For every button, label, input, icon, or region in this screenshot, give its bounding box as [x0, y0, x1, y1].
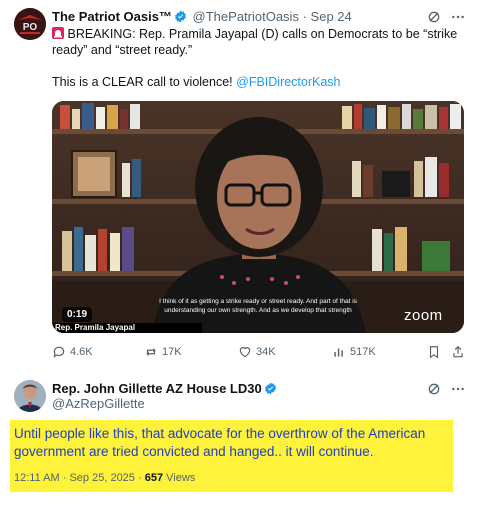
avatar-john-gillette[interactable] [14, 380, 46, 412]
reply-time[interactable]: 12:11 AM [14, 472, 60, 484]
like-button[interactable]: 34K [238, 345, 276, 359]
reply-author-name[interactable]: Rep. John Gillette AZ House LD30 [52, 381, 262, 396]
post-text-line2: ready” and “street ready.” [52, 43, 193, 57]
repost-button[interactable]: 17K [144, 345, 182, 359]
post-text-line1: BREAKING: Rep. Pramila Jayapal (D) calls… [67, 27, 458, 41]
reply-icon [53, 346, 65, 359]
reply-header-name: Rep. John Gillette AZ House LD30 [52, 381, 279, 397]
caption-line2: understanding our own strength. And as w… [164, 307, 352, 314]
more-icon[interactable] [450, 381, 466, 402]
reply-views-label: Views [166, 472, 196, 484]
reply-text-line2: government are tried convicted and hange… [14, 444, 374, 459]
svg-text:PO: PO [23, 22, 38, 33]
video-player[interactable]: I think of it as getting a strike ready … [52, 101, 464, 333]
repost-count: 17K [162, 346, 182, 358]
views-count: 517K [350, 346, 376, 358]
mention-link[interactable]: @FBIDirectorKash [236, 75, 340, 89]
meta-separator: · [62, 472, 67, 484]
reply-views-count: 657 [144, 472, 164, 484]
bookmark-button[interactable] [427, 345, 441, 364]
share-button[interactable] [451, 345, 465, 364]
reply-header-handle: @AzRepGillette [52, 396, 145, 412]
repost-icon [146, 347, 156, 357]
bookmark-icon [429, 346, 439, 359]
post-header: The Patriot Oasis™ @ThePatriotOasis · Se… [52, 9, 352, 25]
post-text-line3: This is a CLEAR call to violence! [52, 75, 233, 89]
author-name[interactable]: The Patriot Oasis™ [52, 9, 172, 24]
reply-button[interactable]: 4.6K [52, 345, 93, 359]
siren-icon [52, 27, 64, 39]
like-count: 34K [256, 346, 276, 358]
views-button[interactable]: 517K [332, 345, 376, 359]
meta-separator: · [137, 472, 142, 484]
verified-badge-icon [175, 10, 186, 23]
grok-icon[interactable] [426, 381, 442, 402]
zoom-watermark: zoom [404, 307, 443, 324]
caption-line1: I think of it as getting a strike ready … [159, 298, 357, 305]
reply-count: 4.6K [70, 346, 93, 358]
post-date[interactable]: Sep 24 [311, 9, 352, 24]
reply-meta: 12:11 AM · Sep 25, 2025 · 657 Views [14, 472, 195, 484]
reply-date[interactable]: Sep 25, 2025 [69, 472, 134, 484]
author-handle[interactable]: @ThePatriotOasis [193, 9, 299, 24]
like-icon [239, 347, 251, 358]
video-captions: I think of it as getting a strike ready … [52, 297, 464, 315]
name-caption: Rep. Pramila Jayapal [55, 323, 136, 332]
avatar-patriot-oasis[interactable]: PO [14, 8, 46, 40]
reply-text: Until people like this, that advocate fo… [14, 425, 450, 461]
share-icon [453, 345, 463, 358]
separator: · [302, 9, 307, 24]
reply-text-line1: Until people like this, that advocate fo… [14, 426, 426, 441]
video-duration: 0:19 [62, 307, 93, 322]
views-icon [334, 348, 343, 357]
post-text: BREAKING: Rep. Pramila Jayapal (D) calls… [52, 26, 464, 90]
reply-author-handle[interactable]: @AzRepGillette [52, 396, 145, 411]
verified-badge-icon [264, 382, 276, 395]
